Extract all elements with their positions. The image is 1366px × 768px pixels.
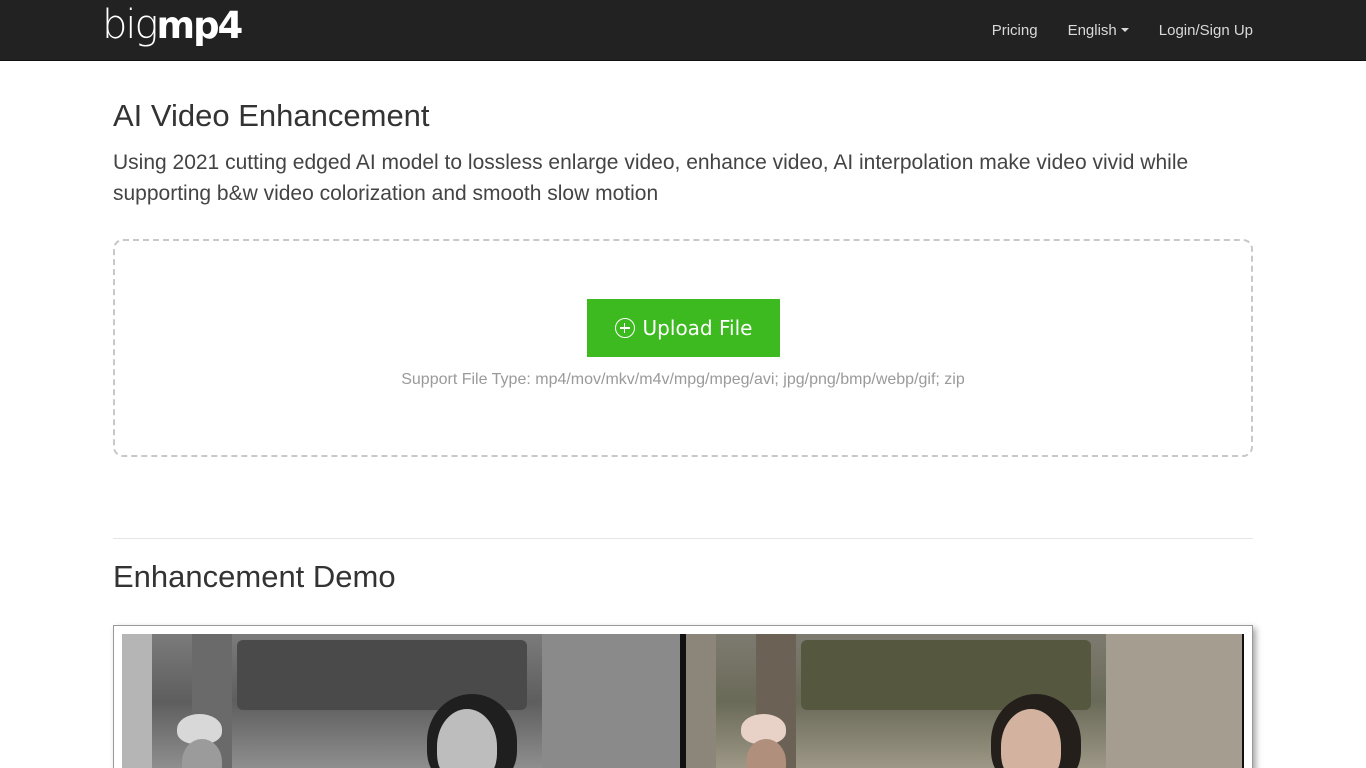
- upload-dropzone[interactable]: Upload File Support File Type: mp4/mov/m…: [113, 239, 1253, 457]
- section-divider: [113, 538, 1253, 539]
- logo-text-light: big: [102, 2, 158, 48]
- demo-comparison-frame: [113, 625, 1253, 768]
- demo-after-image: [686, 634, 1242, 768]
- language-dropdown[interactable]: English: [1068, 22, 1129, 39]
- demo-comparison-image: [122, 634, 1244, 768]
- page-subtitle: Using 2021 cutting edged AI model to los…: [113, 151, 1189, 205]
- logo[interactable]: big mp4: [102, 2, 244, 56]
- language-label: English: [1067, 21, 1117, 39]
- caret-down-icon: [1120, 28, 1129, 32]
- demo-before-image: [122, 634, 680, 768]
- nav-links: Pricing English Login/Sign Up: [962, 0, 1253, 60]
- demo-section-title: Enhancement Demo: [113, 559, 396, 594]
- upload-file-button[interactable]: Upload File: [587, 299, 780, 357]
- plus-circle-icon: [614, 318, 635, 338]
- top-navbar: big mp4 Pricing English Login/Sign Up: [0, 0, 1366, 61]
- page-title: AI Video Enhancement: [113, 98, 430, 133]
- login-signup-link[interactable]: Login/Sign Up: [1159, 22, 1253, 39]
- logo-text-bold: mp4: [156, 4, 244, 47]
- nav-pricing-link[interactable]: Pricing: [992, 22, 1038, 39]
- supported-file-types: Support File Type: mp4/mov/mkv/m4v/mpg/m…: [401, 371, 965, 388]
- upload-button-label: Upload File: [642, 316, 753, 340]
